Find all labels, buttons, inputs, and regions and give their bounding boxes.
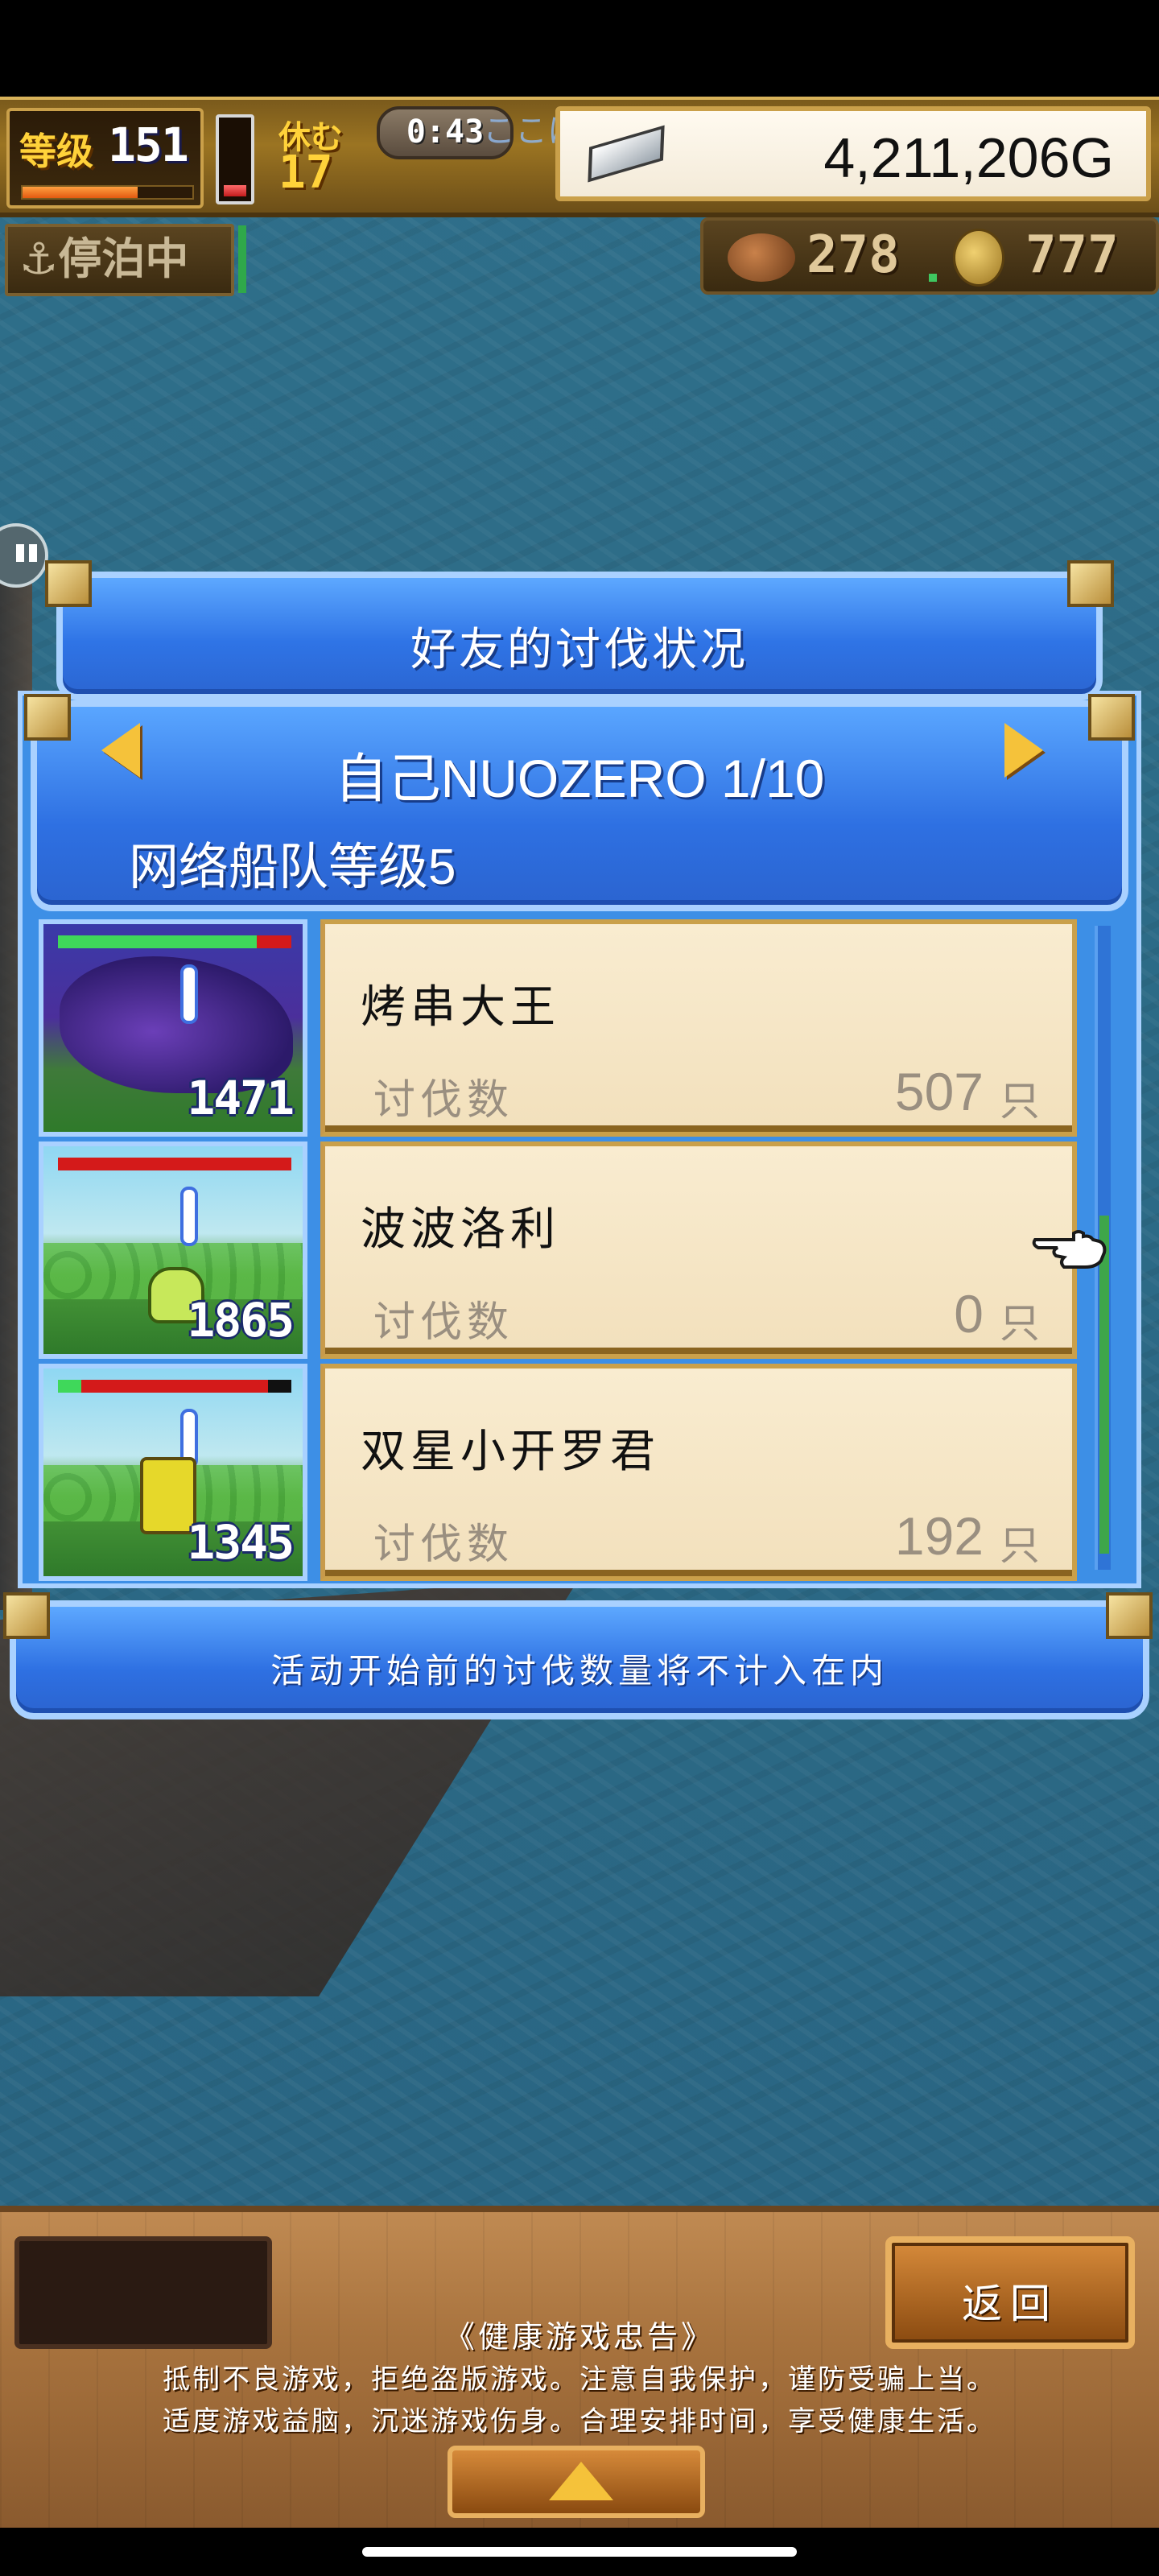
monster-thumbnail: 1865: [39, 1141, 307, 1359]
fleet-level: 网络船队等级5: [129, 840, 456, 895]
kill-unit: 只: [1000, 1300, 1040, 1347]
monster-hp-bar: [58, 935, 291, 948]
level-box: 等级 151: [6, 108, 204, 208]
notice-text: 活动开始前的讨伐数量将不计入在内: [270, 1651, 889, 1690]
rest-value: 17: [278, 147, 333, 199]
monster-power: 1345: [187, 1515, 295, 1570]
corner-ornament: [3, 1592, 50, 1639]
corner-ornament: [1067, 560, 1114, 607]
friend-card[interactable]: 波波洛利 讨伐数 0 只: [320, 1141, 1077, 1359]
friend-row[interactable]: 1345 双星小开罗君 讨伐数 192 只: [39, 1364, 1077, 1581]
health-advice-title: 《健康游戏忠告》: [443, 2319, 715, 2355]
kill-count: 0: [954, 1284, 984, 1344]
alert-icon: [180, 964, 198, 1024]
kill-label: 讨伐数: [373, 1298, 514, 1347]
level-value: 151: [108, 118, 189, 172]
health-advice-line: 适度游戏益脑，沉迷游戏伤身。合理安排时间，享受健康生活。: [163, 2405, 996, 2438]
notice-plate: 活动开始前的讨伐数量将不计入在内: [10, 1600, 1149, 1719]
monster-hp-bar: [58, 1158, 291, 1170]
resource-b-value: 777: [1025, 225, 1119, 285]
dialog-title-plate: 好友的讨伐状况: [56, 572, 1103, 700]
monster-power: 1865: [187, 1293, 295, 1348]
monster-hp-bar: [58, 1380, 291, 1393]
friend-name: 烤串大王: [361, 981, 560, 1034]
ore-icon: [728, 233, 795, 282]
up-arrow-icon: [549, 2462, 613, 2500]
level-progress-bar: [21, 185, 194, 200]
bottom-bar: 返回 《健康游戏忠告》 抵制不良游戏，拒绝盗版游戏。注意自我保护，谨防受骗上当。…: [0, 2206, 1159, 2528]
corner-ornament: [1088, 694, 1135, 741]
friend-name: 波波洛利: [361, 1203, 560, 1256]
level-progress-fill: [23, 187, 138, 198]
pointer-hand-icon: [1032, 1230, 1107, 1269]
friend-card[interactable]: 双星小开罗君 讨伐数 192 只: [320, 1364, 1077, 1581]
monster-thumbnail: 1471: [39, 919, 307, 1137]
kill-count: 192: [894, 1506, 984, 1566]
resource-a-value: 278: [806, 225, 900, 285]
stamina-gauge: [216, 114, 254, 204]
anchor-icon: ⚓: [19, 233, 59, 284]
expand-menu-button[interactable]: [448, 2446, 705, 2518]
kill-unit: 只: [1000, 1078, 1040, 1125]
gold-display[interactable]: 4,211,206G: [555, 106, 1151, 201]
friend-row[interactable]: 1865 波波洛利 讨伐数 0 只: [39, 1141, 1077, 1359]
kill-count: 507: [894, 1062, 984, 1121]
monster-thumbnail: 1345: [39, 1364, 307, 1581]
arrow-left-icon[interactable]: [101, 723, 140, 778]
gold-value: 4,211,206G: [823, 126, 1114, 189]
moor-status-badge[interactable]: ⚓停泊中: [5, 224, 234, 296]
friend-row[interactable]: 1471 烤串大王 讨伐数 507 只: [39, 919, 1077, 1137]
dialog-title: 好友的讨伐状况: [410, 624, 749, 676]
home-indicator[interactable]: [362, 2547, 797, 2557]
top-hud: 等级 151 休む 17 0:43 ここにいる 4,211,206G: [0, 97, 1159, 217]
kill-label: 讨伐数: [373, 1076, 514, 1125]
alert-icon: [180, 1187, 198, 1246]
kill-unit: 只: [1000, 1522, 1040, 1569]
coin-icon: [953, 229, 1004, 287]
self-page-indicator: 自己NUOZERO 1/10: [334, 749, 825, 808]
corner-ornament: [1106, 1592, 1153, 1639]
kill-label: 讨伐数: [373, 1521, 514, 1569]
resource-panel[interactable]: 278 777: [700, 217, 1159, 295]
moor-status-text: 停泊中: [58, 233, 189, 284]
ingot-icon: [588, 125, 665, 183]
monster-power: 1471: [187, 1071, 295, 1125]
health-advice-line: 抵制不良游戏，拒绝盗版游戏。注意自我保护，谨防受骗上当。: [163, 2363, 996, 2396]
friend-card[interactable]: 烤串大王 讨伐数 507 只: [320, 919, 1077, 1137]
friend-name: 双星小开罗君: [361, 1426, 660, 1478]
moor-indicator: [238, 225, 246, 293]
corner-ornament: [45, 560, 92, 607]
resource-indicator: [929, 274, 937, 282]
corner-ornament: [24, 694, 71, 741]
level-label: 等级: [19, 130, 93, 173]
stamina-fill: [224, 184, 246, 196]
